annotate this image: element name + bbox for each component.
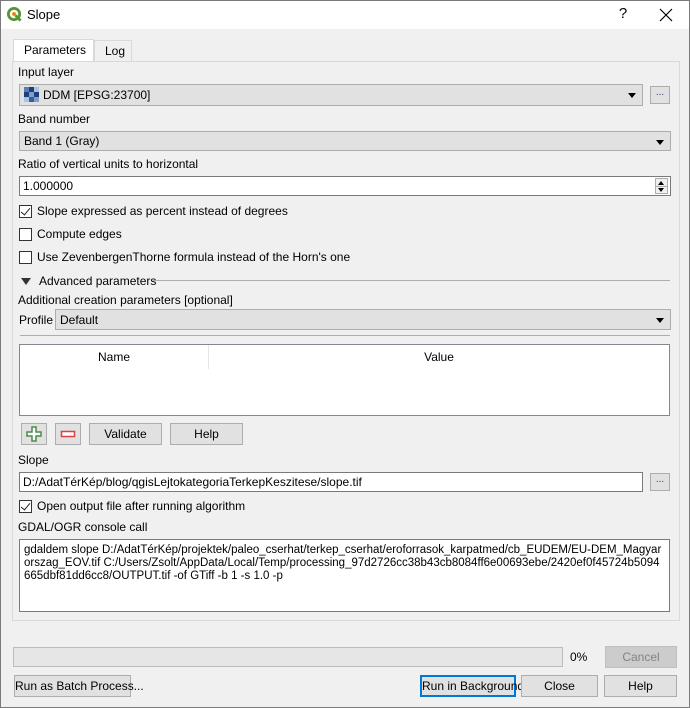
run-in-background-button[interactable]: Run in Background <box>420 675 524 697</box>
chevron-down-icon <box>656 140 664 145</box>
collapse-triangle-icon[interactable] <box>21 277 31 285</box>
output-label: Slope <box>18 453 49 467</box>
cancel-button[interactable]: Cancel <box>605 646 677 668</box>
ratio-label: Ratio of vertical units to horizontal <box>18 157 199 171</box>
qgis-logo-icon <box>7 7 22 22</box>
creation-params-label: Additional creation parameters [optional… <box>18 293 233 307</box>
remove-row-button[interactable] <box>55 423 81 445</box>
advanced-parameters-label: Advanced parameters <box>39 274 157 288</box>
profile-label: Profile <box>19 313 54 327</box>
title-bar: Slope ? <box>1 1 689 29</box>
band-number-value: Band 1 (Gray) <box>24 134 100 148</box>
advanced-help-button[interactable]: Help <box>170 423 243 445</box>
output-path-value: D:/AdatTérKép/blog/qgisLejtokategoriaTer… <box>23 475 362 489</box>
progress-bar <box>13 647 563 667</box>
console-label: GDAL/OGR console call <box>18 520 148 534</box>
column-header-value[interactable]: Value <box>209 345 669 369</box>
console-call-text[interactable]: gdaldem slope D:/AdatTérKép/projektek/pa… <box>19 539 670 612</box>
open-output-checkbox[interactable]: Open output file after running algorithm <box>19 499 245 513</box>
percent-checkbox-label: Slope expressed as percent instead of de… <box>37 204 288 218</box>
column-header-name[interactable]: Name <box>20 345 209 369</box>
validate-button[interactable]: Validate <box>89 423 162 445</box>
run-batch-button[interactable]: Run as Batch Process... <box>14 675 144 697</box>
separator <box>20 335 670 336</box>
tab-parameters[interactable]: Parameters <box>13 39 94 62</box>
compute-edges-checkbox[interactable]: Compute edges <box>19 227 122 241</box>
close-button[interactable]: Close <box>521 675 598 697</box>
chevron-down-icon <box>656 318 664 323</box>
input-layer-browse-button[interactable]: ... <box>650 86 670 104</box>
raster-layer-icon <box>24 87 39 102</box>
advanced-parameters-toggle[interactable]: Advanced parameters <box>21 274 156 288</box>
help-button-footer[interactable]: Help <box>604 675 677 697</box>
input-layer-label: Input layer <box>18 65 75 79</box>
slope-dialog: Slope ? Parameters Log Input layer DDM [… <box>0 0 690 708</box>
percent-checkbox[interactable]: Slope expressed as percent instead of de… <box>19 204 288 218</box>
input-layer-value: DDM [EPSG:23700] <box>43 88 151 102</box>
window-title: Slope <box>27 7 61 22</box>
compute-edges-label: Compute edges <box>37 227 122 241</box>
chevron-down-icon <box>628 93 636 98</box>
checkbox-icon[interactable] <box>19 250 32 264</box>
creation-options-table[interactable]: Name Value <box>19 344 670 416</box>
checkbox-checked-icon[interactable] <box>19 204 32 218</box>
band-number-label: Band number <box>18 112 91 126</box>
profile-value: Default <box>60 313 99 327</box>
minus-icon <box>60 430 76 438</box>
spin-up-icon[interactable] <box>658 181 664 185</box>
output-browse-button[interactable]: ... <box>650 473 670 491</box>
open-output-label: Open output file after running algorithm <box>37 499 246 513</box>
zevenbergen-checkbox[interactable]: Use ZevenbergenThorne formula instead of… <box>19 250 350 264</box>
profile-combo[interactable]: Default <box>55 309 671 330</box>
tab-log[interactable]: Log <box>94 40 132 62</box>
add-row-button[interactable] <box>21 423 47 445</box>
ratio-stepper[interactable] <box>655 178 668 194</box>
zevenbergen-label: Use ZevenbergenThorne formula instead of… <box>37 250 351 264</box>
plus-icon <box>26 426 42 442</box>
spin-down-icon[interactable] <box>658 188 664 192</box>
progress-percent: 0% <box>570 650 588 664</box>
checkbox-checked-icon[interactable] <box>19 499 32 513</box>
band-number-combo[interactable]: Band 1 (Gray) <box>19 131 671 151</box>
checkbox-icon[interactable] <box>19 227 32 241</box>
ratio-spinbox[interactable]: 1.000000 <box>19 176 671 196</box>
advanced-divider <box>153 280 670 281</box>
help-button[interactable]: ? <box>615 5 631 22</box>
input-layer-combo[interactable]: DDM [EPSG:23700] <box>19 84 643 106</box>
close-icon[interactable] <box>656 5 676 25</box>
ratio-value: 1.000000 <box>23 179 74 193</box>
output-path-field[interactable]: D:/AdatTérKép/blog/qgisLejtokategoriaTer… <box>19 472 643 492</box>
